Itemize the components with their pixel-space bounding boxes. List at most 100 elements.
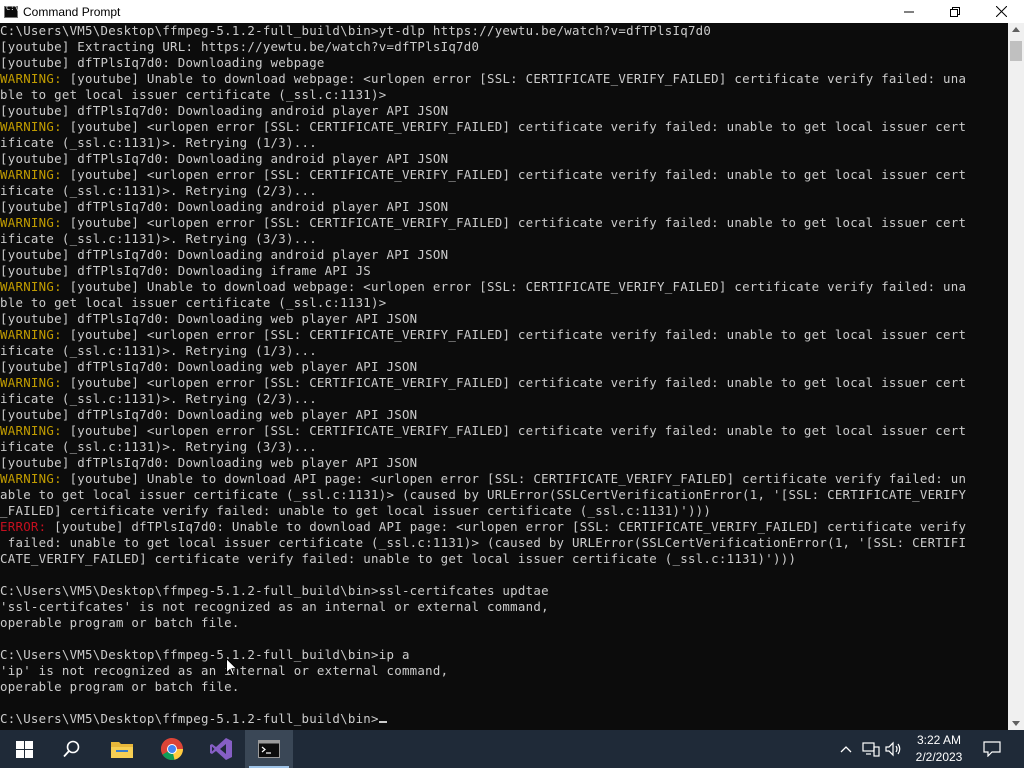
clock[interactable]: 3:22 AM 2/2/2023 [908,732,970,766]
console-line-text: CATE_VERIFY_FAILED] certificate verify f… [0,551,797,566]
console-line: WARNING: [youtube] Unable to download AP… [0,471,1008,487]
console-text: C:\Users\VM5\Desktop\ffmpeg-5.1.2-full_b… [0,23,1008,727]
console-line: able to get local issuer certificate (_s… [0,487,1008,503]
console-line-text: ificate (_ssl.c:1131)>. Retrying (3/3)..… [0,231,317,246]
console-line: ERROR: [youtube] dfTPlsIq7d0: Unable to … [0,519,1008,535]
console-line: WARNING: [youtube] Unable to download we… [0,279,1008,295]
console-line: C:\Users\VM5\Desktop\ffmpeg-5.1.2-full_b… [0,23,1008,39]
minimize-icon [904,11,914,12]
console-line-text: [youtube] dfTPlsIq7d0: Downloading andro… [0,103,449,118]
console-line-text: [youtube] dfTPlsIq7d0: Downloading web p… [0,311,418,326]
console-line: 'ssl-certifcates' is not recognized as a… [0,599,1008,615]
notifications-icon [983,741,1001,757]
visual-studio-icon [210,738,232,760]
vertical-scrollbar[interactable] [1008,23,1024,730]
console-line-text: able to get local issuer certificate (_s… [0,487,967,502]
console-line-text: [youtube] Extracting URL: https://yewtu.… [0,39,480,54]
show-hidden-icons-button[interactable] [838,730,854,768]
network-button[interactable] [861,730,881,768]
console-line: WARNING: [youtube] <urlopen error [SSL: … [0,215,1008,231]
console-line: ificate (_ssl.c:1131)>. Retrying (3/3)..… [0,231,1008,247]
search-button[interactable] [48,730,96,768]
restore-button[interactable] [932,0,978,23]
console-line: C:\Users\VM5\Desktop\ffmpeg-5.1.2-full_b… [0,711,1008,727]
console-line: CATE_VERIFY_FAILED] certificate verify f… [0,551,1008,567]
console-line: [youtube] dfTPlsIq7d0: Downloading web p… [0,455,1008,471]
console-line-text: [youtube] <urlopen error [SSL: CERTIFICA… [61,327,967,342]
console-line: ble to get local issuer certificate (_ss… [0,87,1008,103]
console-line: ificate (_ssl.c:1131)>. Retrying (3/3)..… [0,439,1008,455]
console-line-text: [youtube] dfTPlsIq7d0: Downloading webpa… [0,55,325,70]
console-line: C:\Users\VM5\Desktop\ffmpeg-5.1.2-full_b… [0,583,1008,599]
warning-label: WARNING: [0,375,62,390]
console-line: [youtube] dfTPlsIq7d0: Downloading webpa… [0,55,1008,71]
scroll-down-icon[interactable] [1012,721,1020,726]
console-line: WARNING: [youtube] <urlopen error [SSL: … [0,327,1008,343]
console-line-text: ificate (_ssl.c:1131)>. Retrying (1/3)..… [0,135,317,150]
console-line-text: [youtube] dfTPlsIq7d0: Unable to downloa… [46,519,967,534]
console-line: ificate (_ssl.c:1131)>. Retrying (2/3)..… [0,183,1008,199]
console-line-text: ble to get local issuer certificate (_ss… [0,87,387,102]
console-line: ificate (_ssl.c:1131)>. Retrying (1/3)..… [0,343,1008,359]
network-icon [862,742,880,757]
console-line-text: [youtube] dfTPlsIq7d0: Downloading andro… [0,151,449,166]
console-line-text: [youtube] Unable to download webpage: <u… [61,279,967,294]
console-line: [youtube] dfTPlsIq7d0: Downloading andro… [0,199,1008,215]
warning-label: WARNING: [0,167,62,182]
console-line-text: 'ssl-certifcates' is not recognized as a… [0,599,549,614]
visual-studio-button[interactable] [197,730,245,768]
volume-button[interactable] [884,730,904,768]
chevron-up-icon [840,746,852,753]
console-line: ble to get local issuer certificate (_ss… [0,295,1008,311]
console-line-text: [youtube] <urlopen error [SSL: CERTIFICA… [61,215,967,230]
window-title: Command Prompt [23,4,121,19]
notifications-button[interactable] [980,730,1004,768]
console-line: C:\Users\VM5\Desktop\ffmpeg-5.1.2-full_b… [0,647,1008,663]
console-line-text: [youtube] dfTPlsIq7d0: Downloading andro… [0,247,449,262]
warning-label: WARNING: [0,471,62,486]
console-line: [youtube] dfTPlsIq7d0: Downloading web p… [0,311,1008,327]
console-line: WARNING: [youtube] Unable to download we… [0,71,1008,87]
command-prompt-button[interactable] [245,730,293,768]
restore-icon [950,6,960,17]
console-line: WARNING: [youtube] <urlopen error [SSL: … [0,423,1008,439]
console-line-text: [youtube] <urlopen error [SSL: CERTIFICA… [61,119,967,134]
chrome-button[interactable] [148,730,196,768]
warning-label: WARNING: [0,279,62,294]
console-line-text: [youtube] <urlopen error [SSL: CERTIFICA… [61,423,967,438]
console-line-text: [youtube] dfTPlsIq7d0: Downloading andro… [0,199,449,214]
console-line: WARNING: [youtube] <urlopen error [SSL: … [0,119,1008,135]
console-line-text: C:\Users\VM5\Desktop\ffmpeg-5.1.2-full_b… [0,647,410,662]
console-line: WARNING: [youtube] <urlopen error [SSL: … [0,167,1008,183]
scroll-up-icon[interactable] [1012,27,1020,32]
title-bar[interactable]: Command Prompt [0,0,1024,23]
console-line-text: ificate (_ssl.c:1131)>. Retrying (2/3)..… [0,183,317,198]
minimize-button[interactable] [886,0,932,23]
warning-label: WARNING: [0,423,62,438]
console-line: [youtube] Extracting URL: https://yewtu.… [0,39,1008,55]
console-line: WARNING: [youtube] <urlopen error [SSL: … [0,375,1008,391]
cmd-icon [258,740,280,758]
console-line-text: 'ip' is not recognized as an internal or… [0,663,449,678]
windows-logo-icon [15,740,33,758]
console-line-text: operable program or batch file. [0,679,240,694]
console-line-text: operable program or batch file. [0,615,240,630]
scroll-thumb[interactable] [1010,41,1022,61]
console-line: [youtube] dfTPlsIq7d0: Downloading ifram… [0,263,1008,279]
console-line: failed: unable to get local issuer certi… [0,535,1008,551]
console-line-text: ificate (_ssl.c:1131)>. Retrying (3/3)..… [0,439,317,454]
file-explorer-button[interactable] [98,730,146,768]
folder-icon [111,742,133,758]
cmd-icon [4,4,19,18]
warning-label: WARNING: [0,71,62,86]
console-line: [youtube] dfTPlsIq7d0: Downloading web p… [0,407,1008,423]
console-output[interactable]: C:\Users\VM5\Desktop\ffmpeg-5.1.2-full_b… [0,23,1008,730]
warning-label: WARNING: [0,215,62,230]
clock-time: 3:22 AM [916,733,962,747]
taskbar: 3:22 AM 2/2/2023 [0,730,1024,768]
close-button[interactable] [978,0,1024,23]
start-button[interactable] [0,730,48,768]
volume-icon [885,741,901,757]
console-line: [youtube] dfTPlsIq7d0: Downloading andro… [0,247,1008,263]
